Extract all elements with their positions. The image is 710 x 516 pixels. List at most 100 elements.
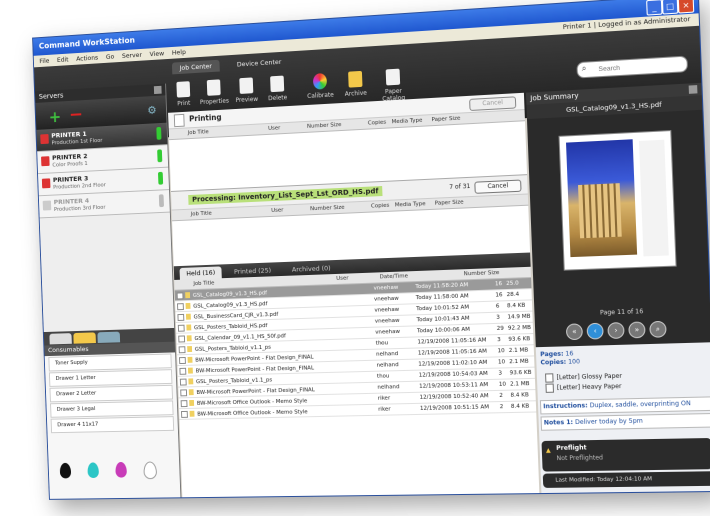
preview-side-text [638, 139, 669, 257]
delete-button[interactable]: Delete [262, 75, 292, 102]
consumable-row: Drawer 1 Letter [48, 369, 173, 387]
print-icon [176, 81, 191, 98]
tab-device-center[interactable]: Device Center [229, 55, 289, 71]
last-modified: Last Modified: Today 12:04:10 AM [542, 471, 710, 488]
instructions-field[interactable]: Instructions: Duplex, saddle, overprinti… [539, 396, 710, 415]
file-icon [185, 302, 191, 309]
cell-n: 16 [492, 278, 505, 290]
consumable-row: Drawer 2 Letter [49, 384, 174, 403]
cell-n: 29 [494, 323, 507, 335]
status-light-icon [157, 149, 163, 163]
cell-size: 14.9 MB [505, 311, 533, 324]
properties-button[interactable]: Properties [199, 79, 229, 106]
preflight-box[interactable]: ▲ Preflight Not Preflighted [541, 437, 710, 472]
search-box[interactable]: ⌕ [576, 55, 689, 79]
consumables-panel: Consumables Toner Supply Drawer 1 Letter… [44, 341, 181, 500]
minimize-icon[interactable]: _ [646, 0, 663, 16]
first-page-icon[interactable]: « [565, 323, 583, 341]
page-preview[interactable] [558, 130, 677, 271]
cell-n: 6 [493, 300, 506, 313]
consumable-row: Drawer 3 Legal [50, 400, 174, 418]
menu-edit[interactable]: Edit [57, 54, 69, 66]
search-icon: ⌕ [581, 63, 587, 74]
row-checkbox[interactable] [179, 367, 187, 375]
archive-button[interactable]: Archive [340, 70, 371, 98]
printer-icon [41, 156, 50, 167]
row-checkbox[interactable] [180, 388, 188, 396]
tab-consumables[interactable] [49, 333, 72, 345]
row-checkbox[interactable] [177, 302, 184, 310]
paper-catalog-button[interactable]: Paper Catalog [378, 68, 409, 103]
status-light-icon [158, 194, 164, 208]
paper-icon [545, 373, 554, 383]
remove-server-button[interactable]: − [69, 104, 84, 125]
cell-size: 2.1 MB [507, 378, 536, 391]
cell-n: 16 [493, 289, 505, 302]
cell-size: 28.4 [504, 288, 532, 301]
notes-field[interactable]: Notes 1: Deliver today by 5pm [540, 412, 710, 431]
pages-row: Pages: 16 [540, 350, 574, 359]
printer-icon [42, 200, 52, 211]
search-input[interactable] [596, 57, 685, 77]
row-checkbox[interactable] [178, 345, 186, 353]
menu-file[interactable]: File [39, 55, 49, 67]
maximize-icon[interactable]: □ [661, 0, 679, 15]
menu-view[interactable]: View [149, 47, 164, 60]
add-server-button[interactable]: + [48, 107, 61, 126]
file-icon [186, 335, 192, 342]
preview-colosseum [578, 183, 622, 239]
cancel-processing-button[interactable]: Cancel [474, 179, 522, 194]
row-checkbox[interactable] [181, 410, 188, 418]
cyan-toner-icon [87, 462, 100, 479]
page-indicator: Page 11 of 16 [599, 308, 644, 317]
cell-user: riker [376, 403, 419, 416]
panel-options-icon[interactable] [153, 85, 162, 95]
cell-n: 3 [496, 367, 508, 380]
panel-options-icon[interactable] [688, 85, 698, 94]
file-icon [186, 324, 192, 331]
previous-page-icon[interactable]: ‹ [586, 322, 604, 340]
paper-item: [Letter] Heavy Paper [545, 382, 622, 393]
cell-size: 92.2 MB [505, 322, 534, 335]
tab-media[interactable] [73, 332, 96, 344]
row-checkbox[interactable] [179, 356, 186, 364]
cell-date: 12/19/2008 10:51:15 AM [417, 401, 498, 415]
tab-info[interactable] [97, 331, 121, 343]
row-checkbox[interactable] [180, 399, 188, 407]
cell-size: 8.4 KB [508, 389, 536, 402]
calibrate-button[interactable]: Calibrate [305, 72, 335, 101]
processing-count: 7 of 31 [449, 182, 471, 191]
next-page-icon[interactable]: › [607, 322, 625, 340]
row-checkbox[interactable] [179, 378, 187, 386]
print-button[interactable]: Print [169, 81, 198, 108]
preview-button[interactable]: Preview [232, 77, 262, 104]
app-title: Command WorkStation [38, 35, 136, 51]
cell-size: 93.6 KB [507, 367, 535, 380]
job-summary-panel: Job Summary GSL_Catalog09_v1.3_HS.pdf Pa… [525, 82, 710, 494]
zoom-icon[interactable]: ⌕ [649, 320, 667, 338]
held-jobs-table: GSL_Catalog09_v1.3_HS.pdf vneehaw Today 11… [174, 277, 537, 420]
job-info: Pages: 16 Copies: 100 [Letter] Glossy Pa… [535, 342, 710, 494]
file-icon [187, 367, 193, 374]
row-checkbox[interactable] [176, 291, 184, 299]
menu-help[interactable]: Help [172, 46, 186, 59]
server-item-printer-4[interactable]: PRINTER 4 Production 3rd Floor [38, 190, 170, 219]
cell-n: 10 [495, 356, 508, 369]
archive-icon [348, 70, 363, 88]
row-checkbox[interactable] [178, 334, 186, 343]
cell-n: 3 [494, 334, 507, 346]
calibrate-icon [312, 72, 328, 90]
cell-n: 2 [497, 401, 510, 413]
tab-job-center[interactable]: Job Center [171, 59, 220, 75]
last-page-icon[interactable]: » [628, 321, 646, 339]
file-icon [189, 410, 195, 417]
consumable-row: Drawer 4 11x17 [50, 416, 175, 434]
close-icon[interactable]: × [677, 0, 695, 14]
cancel-printing-button[interactable]: Cancel [469, 96, 517, 112]
app-window: Command WorkStation _ □ × File Edit Acti… [32, 0, 710, 500]
connect-icon[interactable]: ⚙ [147, 104, 157, 117]
menu-go[interactable]: Go [106, 51, 115, 63]
row-checkbox[interactable] [177, 313, 185, 321]
printer-icon [41, 178, 51, 189]
row-checkbox[interactable] [177, 324, 185, 332]
